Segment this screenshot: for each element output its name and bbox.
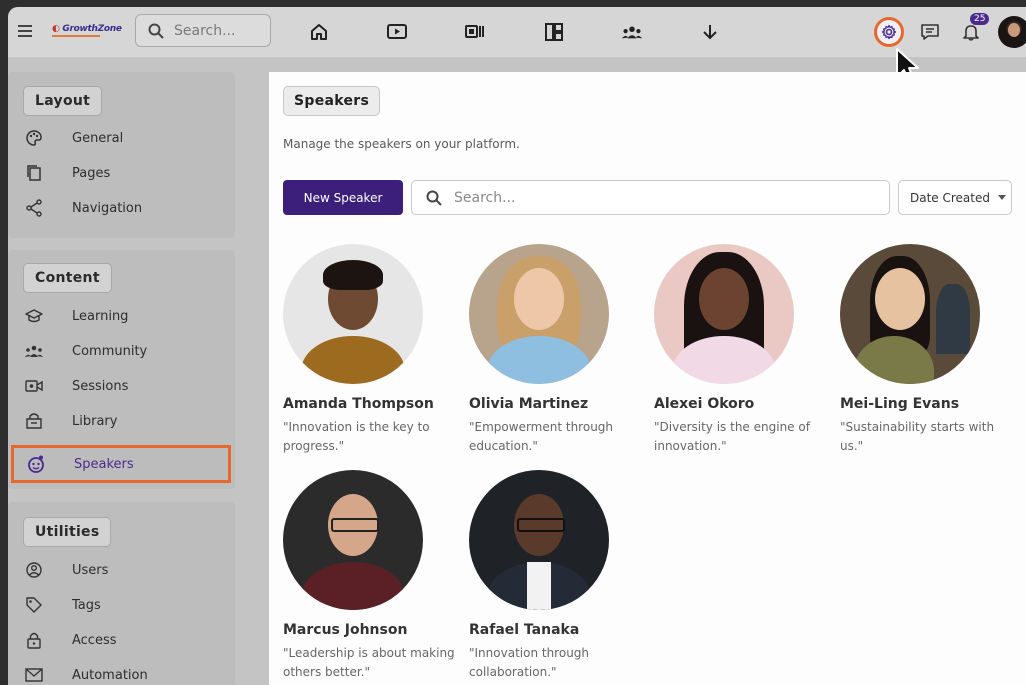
sidebar-item-label: Tags: [72, 597, 101, 613]
speaker-photo[interactable]: [654, 244, 794, 384]
speaker-name: Mei-Ling Evans: [840, 396, 960, 412]
content-section-title: Content: [23, 263, 112, 293]
search-icon: [148, 23, 164, 39]
speaker-photo[interactable]: [283, 244, 423, 384]
sidebar-item-label: Learning: [72, 308, 129, 324]
palette-icon: [24, 128, 44, 148]
sidebar-item-tags[interactable]: Tags: [12, 590, 230, 620]
sidebar-item-speakers[interactable]: Speakers: [11, 445, 231, 483]
people-icon: [24, 341, 44, 361]
sidebar-item-label: Pages: [72, 165, 111, 181]
sidebar-item-users[interactable]: Users: [12, 555, 230, 585]
library-icon[interactable]: [464, 21, 486, 43]
sidebar-layout-section: Layout General Pages Navigation: [8, 72, 235, 238]
sort-label: Date Created: [910, 190, 990, 205]
speaker-card[interactable]: Amanda Thompson "Innovation is the key t…: [283, 244, 455, 456]
growthzone-logo[interactable]: ◐ GrowthZone: [52, 24, 122, 37]
sidebar-item-sessions[interactable]: Sessions: [12, 371, 230, 401]
top-search-input[interactable]: [172, 21, 266, 40]
play-icon[interactable]: [386, 21, 408, 43]
sidebar-item-label: General: [72, 130, 124, 146]
speaker-name: Amanda Thompson: [283, 396, 434, 412]
sidebar-item-general[interactable]: General: [12, 123, 230, 153]
chat-icon[interactable]: [919, 21, 941, 43]
sidebar-item-community[interactable]: Community: [12, 336, 230, 366]
speaker-card[interactable]: Olivia Martinez "Empowerment through edu…: [469, 244, 641, 456]
speaker-name: Marcus Johnson: [283, 622, 408, 638]
speaker-icon: [26, 454, 46, 474]
sidebar-item-label: Access: [72, 632, 117, 648]
layout-icon[interactable]: [543, 21, 565, 43]
utilities-section-title: Utilities: [23, 517, 112, 547]
speaker-photo[interactable]: [469, 244, 609, 384]
arrow-down-icon[interactable]: [699, 21, 721, 43]
sidebar-item-label: Navigation: [72, 200, 143, 216]
hamburger-icon[interactable]: [14, 19, 36, 43]
sidebar-item-pages[interactable]: Pages: [12, 158, 230, 188]
speaker-photo[interactable]: [840, 244, 980, 384]
sidebar-item-navigation[interactable]: Navigation: [12, 193, 230, 223]
speaker-quote: "Innovation through collaboration.": [469, 646, 590, 679]
top-bar: ◐ GrowthZone 25: [8, 7, 1026, 83]
sidebar-item-library[interactable]: Library: [12, 406, 230, 436]
sidebar-content-section: Content Learning Community Sessions Libr…: [8, 250, 235, 489]
box-icon: [24, 411, 44, 431]
speaker-quote: "Empowerment through education.": [469, 420, 614, 453]
pages-icon: [24, 163, 44, 183]
speaker-search-input[interactable]: [452, 188, 856, 207]
new-speaker-button[interactable]: New Speaker: [283, 180, 403, 215]
lock-icon: [24, 630, 44, 650]
app-frame: ◐ GrowthZone 25: [8, 7, 1026, 685]
sidebar-utilities-section: Utilities Users Tags Access Automation: [8, 502, 235, 685]
video-icon: [24, 376, 44, 396]
speaker-name: Olivia Martinez: [469, 396, 589, 412]
notification-badge: 25: [970, 13, 990, 25]
speaker-photo[interactable]: [283, 470, 423, 610]
speaker-name: Alexei Okoro: [654, 396, 755, 412]
sidebar-item-access[interactable]: Access: [12, 625, 230, 655]
speaker-card[interactable]: Marcus Johnson "Leadership is about maki…: [283, 470, 455, 682]
sidebar-item-label: Speakers: [74, 456, 134, 472]
speaker-name: Rafael Tanaka: [469, 622, 580, 638]
sidebar-item-label: Community: [72, 343, 148, 359]
sidebar-item-learning[interactable]: Learning: [12, 301, 230, 331]
gear-icon[interactable]: [874, 17, 904, 47]
speaker-quote: "Sustainability starts with us.": [840, 420, 995, 453]
speaker-search-box[interactable]: [411, 180, 890, 215]
speaker-card[interactable]: Rafael Tanaka "Innovation through collab…: [469, 470, 641, 682]
speaker-card[interactable]: Alexei Okoro "Diversity is the engine of…: [654, 244, 826, 456]
share-icon: [24, 198, 44, 218]
speaker-photo[interactable]: [469, 470, 609, 610]
sort-dropdown[interactable]: Date Created: [898, 180, 1012, 215]
layout-section-title: Layout: [23, 86, 103, 116]
people-icon[interactable]: [621, 21, 643, 43]
sidebar-item-automation[interactable]: Automation: [12, 660, 230, 685]
graduation-cap-icon: [24, 306, 44, 326]
sidebar-item-label: Automation: [72, 667, 148, 683]
user-avatar[interactable]: [998, 16, 1026, 48]
search-icon: [426, 190, 442, 206]
tag-icon: [24, 595, 44, 615]
speaker-quote: "Diversity is the engine of innovation.": [654, 420, 810, 453]
sidebar-item-label: Library: [72, 413, 118, 429]
page-subtitle: Manage the speakers on your platform.: [283, 137, 520, 151]
page-title: Speakers: [283, 86, 381, 116]
users-icon: [24, 560, 44, 580]
speaker-card[interactable]: Mei-Ling Evans "Sustainability starts wi…: [840, 244, 1012, 456]
sidebar-item-label: Sessions: [72, 378, 129, 394]
sidebar-item-label: Users: [72, 562, 109, 578]
top-search-box[interactable]: [135, 14, 271, 47]
speaker-quote: "Leadership is about making others bette…: [283, 646, 455, 679]
speakers-panel: Speakers Manage the speakers on your pla…: [269, 72, 1026, 685]
speaker-quote: "Innovation is the key to progress.": [283, 420, 430, 453]
chevron-down-icon: [998, 195, 1006, 200]
home-icon[interactable]: [308, 21, 330, 43]
mail-icon: [24, 665, 44, 685]
